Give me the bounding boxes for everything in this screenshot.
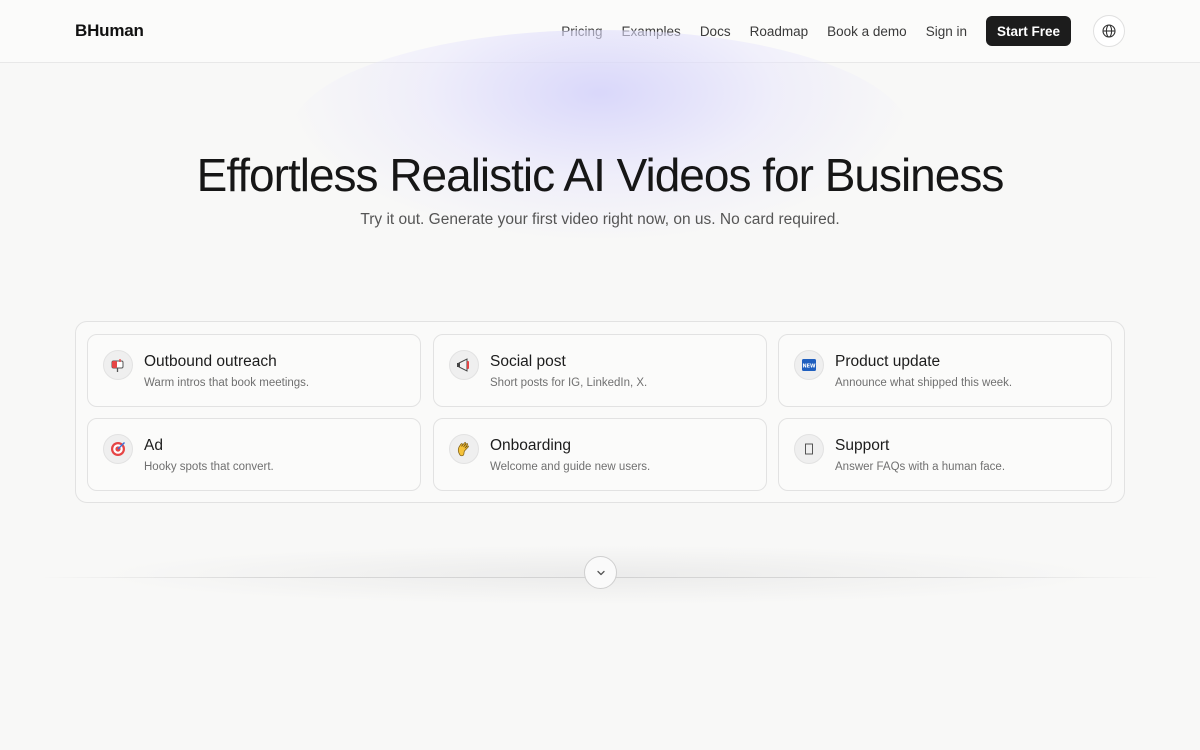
card-description: Warm intros that book meetings. [144, 377, 310, 389]
page-title: Effortless Realistic AI Videos for Busin… [196, 149, 1005, 201]
use-case-card-support[interactable]: Support Answer FAQs with a human face. [778, 418, 1112, 491]
new-badge-icon: NEW [794, 350, 824, 380]
chevron-down-icon [596, 570, 605, 575]
page-subtitle: Try it out. Generate your first video ri… [360, 211, 840, 228]
target-icon [103, 434, 133, 464]
use-case-card-outbound-outreach[interactable]: Outbound outreach Warm intros that book … [87, 334, 421, 407]
megaphone-icon [449, 350, 479, 380]
card-description: Welcome and guide new users. [490, 461, 651, 473]
placeholder-glyph-icon [794, 434, 824, 464]
card-title: Outbound outreach [144, 353, 277, 370]
nav-link-book-demo[interactable]: Book a demo [827, 24, 907, 39]
brand-logo[interactable]: BHuman [75, 21, 144, 41]
card-description: Hooky spots that convert. [144, 461, 274, 473]
use-case-card-ad[interactable]: Ad Hooky spots that convert. [87, 418, 421, 491]
use-case-card-onboarding[interactable]: Onboarding Welcome and guide new users. [433, 418, 767, 491]
card-description: Short posts for IG, LinkedIn, X. [490, 377, 648, 389]
card-description: Answer FAQs with a human face. [835, 461, 1006, 473]
card-title: Support [835, 437, 890, 454]
svg-text:NEW: NEW [802, 364, 816, 370]
mailbox-icon [103, 350, 133, 380]
nav-link-roadmap[interactable]: Roadmap [750, 24, 809, 39]
card-title: Ad [144, 437, 163, 454]
waving-hand-icon [449, 434, 479, 464]
card-title: Onboarding [490, 437, 572, 454]
scroll-down-button[interactable] [584, 556, 617, 589]
use-case-card-product-update[interactable]: NEW Product update Announce what shipped… [778, 334, 1112, 407]
use-case-panel: Outbound outreach Warm intros that book … [75, 321, 1125, 503]
globe-icon [1102, 24, 1116, 38]
language-button[interactable] [1093, 15, 1125, 47]
nav-link-sign-in[interactable]: Sign in [926, 24, 967, 39]
card-description: Announce what shipped this week. [835, 377, 1013, 389]
card-title: Product update [835, 353, 941, 370]
use-case-card-social-post[interactable]: Social post Short posts for IG, LinkedIn… [433, 334, 767, 407]
start-free-button[interactable]: Start Free [985, 16, 1071, 46]
card-title: Social post [490, 353, 566, 370]
hero-glow [290, 30, 910, 240]
